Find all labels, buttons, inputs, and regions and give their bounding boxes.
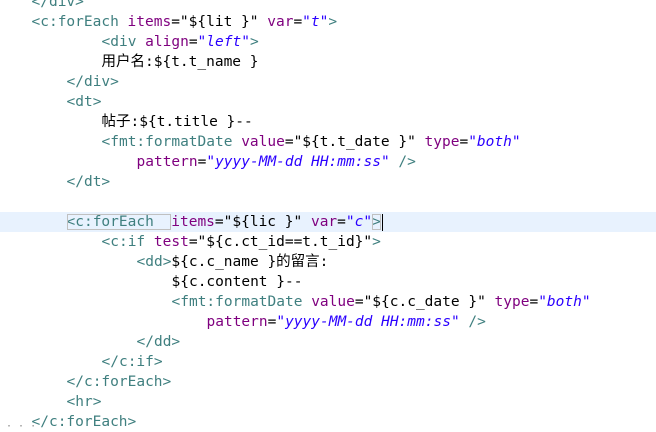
code-token: var (310, 214, 338, 230)
code-token: </dt> (66, 174, 111, 190)
code-token: = (171, 14, 180, 30)
code-token: "${t.t_date }" (293, 134, 416, 150)
code-token: > (328, 14, 338, 30)
code-line[interactable]: </div> (0, 72, 656, 92)
code-editor[interactable]: </div> <c:forEach items="${lit }" var="t"… (0, 0, 656, 430)
code-token: > (372, 234, 381, 250)
code-token: </div> (66, 74, 119, 90)
code-line[interactable]: 用户名:${t.t_name } (0, 52, 656, 72)
code-line[interactable]: 帖子:${t.title }-- (0, 112, 656, 132)
code-token: "${lic }" (223, 214, 303, 230)
code-token: = (459, 134, 469, 150)
code-line[interactable]: <c:if test="${c.ct_id==t.t_id}"> (0, 232, 656, 252)
code-token: <dt> (66, 94, 102, 110)
code-line[interactable]: </dt> (0, 172, 656, 192)
code-token: <c:if (101, 234, 154, 250)
code-token: <hr> (66, 394, 102, 410)
code-token: var (267, 14, 294, 30)
code-line[interactable]: <hr> (0, 392, 656, 412)
text-caret (381, 213, 383, 231)
code-token: "yyyy-MM-dd HH:mm:ss" (276, 314, 460, 330)
code-token: "${c.ct_id==t.t_id}" (197, 234, 373, 250)
code-token: test (153, 234, 189, 250)
code-token: <div (101, 34, 146, 50)
code-token: = (188, 34, 198, 50)
code-line[interactable] (0, 192, 656, 212)
code-token: "c" (345, 214, 373, 230)
code-token: = (293, 14, 303, 30)
code-line[interactable]: <c:forEach items="${lit }" var="t"> (0, 12, 656, 32)
code-line[interactable]: </div> (0, 0, 656, 12)
code-token: 帖子:${t.title }-- (101, 114, 253, 130)
code-token: = (214, 214, 224, 230)
code-token: "${lit }" (179, 14, 259, 30)
code-token: 用户名:${t.t_name } (101, 54, 259, 70)
code-line[interactable]: </c:forEach> (0, 372, 656, 392)
code-token: <dd> (136, 254, 172, 270)
code-line[interactable]: <dd>${c.c_name }的留言: (0, 252, 656, 272)
code-line-current[interactable]: <c:forEach items="${lic }" var="c"> (0, 212, 656, 232)
code-token: "left" (197, 34, 250, 50)
code-token: items (127, 14, 172, 30)
code-token: ${c.content }-- (171, 274, 303, 290)
code-token: <fmt:formatDate (101, 134, 242, 150)
code-token: value (241, 134, 285, 150)
code-token: </c:if> (101, 354, 163, 370)
code-token: "both" (468, 134, 521, 150)
code-token: = (284, 134, 294, 150)
code-line[interactable]: ${c.content }-- (0, 272, 656, 292)
code-token: <fmt:formatDate (171, 294, 312, 310)
code-line[interactable]: <dt> (0, 92, 656, 112)
code-token: = (529, 294, 539, 310)
code-token: "both" (538, 294, 591, 310)
code-line[interactable]: <fmt:formatDate value="${c.c_date }" typ… (0, 292, 656, 312)
code-line[interactable]: <fmt:formatDate value="${t.t_date }" typ… (0, 132, 656, 152)
code-token: <c:forEach (31, 14, 128, 30)
code-token: </c:forEach> (66, 374, 172, 390)
truncated-line-marks: · · · (6, 421, 37, 432)
code-token: items (171, 214, 215, 230)
code-token: type (494, 294, 530, 310)
code-token: = (337, 214, 346, 230)
code-line[interactable]: pattern="yyyy-MM-dd HH:mm:ss" /> (0, 312, 656, 332)
code-token: /> (468, 314, 486, 330)
code-token: </dd> (136, 334, 181, 350)
code-token: = (188, 234, 198, 250)
code-line[interactable]: <div align="left"> (0, 32, 656, 52)
code-token: pattern (206, 314, 268, 330)
code-token: pattern (136, 154, 198, 170)
code-token: "${c.c_date }" (363, 294, 486, 310)
code-token: align (145, 34, 189, 50)
code-token: value (311, 294, 355, 310)
code-token: type (424, 134, 460, 150)
code-line[interactable]: </dd> (0, 332, 656, 352)
code-token: ${c.c_name }的留言: (171, 254, 329, 270)
code-token: = (354, 294, 364, 310)
code-token: > (372, 214, 381, 230)
code-token: "t" (302, 14, 329, 30)
code-line[interactable]: pattern="yyyy-MM-dd HH:mm:ss" /> (0, 152, 656, 172)
code-token: </div> (31, 0, 84, 10)
code-line[interactable]: </c:if> (0, 352, 656, 372)
code-token: /> (398, 154, 416, 170)
code-token: > (249, 34, 259, 50)
code-line[interactable]: </c:forEach> (0, 412, 656, 432)
code-token: <c:forEach (66, 214, 172, 230)
code-token: "yyyy-MM-dd HH:mm:ss" (206, 154, 390, 170)
